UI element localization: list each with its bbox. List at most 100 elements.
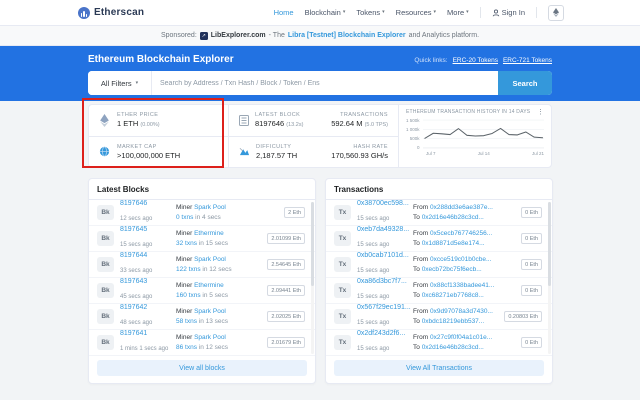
- block-number-link[interactable]: 8197641: [120, 330, 176, 337]
- sponsored-text: - The: [268, 32, 285, 39]
- hash-rate-label: HASH RATE: [353, 143, 388, 150]
- tx-to-link[interactable]: 0xbdc18219ebb537...: [422, 318, 485, 325]
- scrollbar-thumb[interactable]: [311, 202, 314, 286]
- nav-blockchain[interactable]: Blockchain ▾: [305, 8, 346, 17]
- tx-hash-link[interactable]: 0xa86d3bc7f7...: [357, 278, 413, 285]
- search-input[interactable]: [152, 71, 498, 95]
- ethereum-icon: [553, 8, 559, 17]
- block-badge: Bk: [97, 231, 114, 246]
- difficulty-value: 2,187.57 TH: [256, 150, 298, 160]
- block-txns-link[interactable]: 86 txns: [176, 344, 197, 351]
- etherscan-homepage: Etherscan Home Blockchain ▾ Tokens ▾ Resou…: [0, 0, 640, 400]
- tx-hash-link[interactable]: 0xb0cab7101d...: [357, 252, 413, 259]
- hero-banner: Ethereum Blockchain Explorer Quick links…: [0, 46, 640, 101]
- tx-from-link[interactable]: 0x88cf1338badee41...: [430, 282, 494, 289]
- block-number-link[interactable]: 8197645: [120, 226, 176, 233]
- quick-links: Quick links: ERC-20 Tokens ERC-721 Token…: [414, 57, 552, 64]
- tx-to-link[interactable]: 0xc68271eb7768c8...: [422, 292, 484, 299]
- tx-hash-link[interactable]: 0x2df243d2f6...: [357, 330, 413, 337]
- caret-down-icon: ▾: [433, 9, 437, 15]
- block-reward-badge: 2.01099 Eth: [267, 233, 305, 244]
- tx-row: Tx 0xeb7da49328... 15 secs ago From 0x5ce…: [326, 226, 552, 252]
- block-row: Bk 8197646 12 secs ago Miner Spark Pool 0 …: [89, 200, 315, 226]
- tx-from-link[interactable]: 0x5cecb767746256...: [430, 230, 492, 237]
- block-badge: Bk: [97, 335, 114, 350]
- quick-link-erc721[interactable]: ERC-721 Tokens: [503, 57, 552, 64]
- scrollbar-thumb[interactable]: [548, 202, 551, 286]
- block-txns-link[interactable]: 122 txns: [176, 266, 201, 273]
- tx-from-link[interactable]: 0x288dd3e6ae387e...: [430, 204, 493, 211]
- transactions-title: Transactions: [326, 179, 552, 200]
- tx-to-link[interactable]: 0x2d16e46b28c3cd...: [422, 214, 484, 221]
- block-number-link[interactable]: 8197644: [120, 252, 176, 259]
- tx-value-badge: 0 Eth: [521, 285, 542, 296]
- sign-in-button[interactable]: Sign In: [492, 8, 525, 17]
- tx-row: Tx 0x567f29ec191... 15 secs ago From 0x9d…: [326, 304, 552, 330]
- view-all-blocks-button[interactable]: View all blocks: [97, 360, 307, 376]
- block-number-link[interactable]: 8197643: [120, 278, 176, 285]
- miner-link[interactable]: Spark Pool: [194, 308, 226, 315]
- nav-home[interactable]: Home: [274, 8, 294, 17]
- block-age: 12 secs ago: [120, 216, 153, 222]
- block-txns-link[interactable]: 58 txns: [176, 318, 197, 325]
- caret-down-icon: ▾: [342, 9, 346, 15]
- nav-tokens[interactable]: Tokens ▾: [356, 8, 384, 17]
- block-row: Bk 8197645 15 secs ago Miner Ethermine 32 …: [89, 226, 315, 252]
- search-button[interactable]: Search: [498, 71, 552, 95]
- tx-to-link[interactable]: 0x2d16e46b28c3cd...: [422, 344, 484, 351]
- tx-to-link[interactable]: 0xecb72bc75f6ecb...: [422, 266, 482, 273]
- transactions-tps: (5.0 TPS): [364, 122, 388, 129]
- block-number-link[interactable]: 8197642: [120, 304, 176, 311]
- advertiser-link[interactable]: LibExplorer.com: [211, 32, 266, 39]
- miner-link[interactable]: Spark Pool: [194, 334, 226, 341]
- tx-hash-link[interactable]: 0xeb7da49328...: [357, 226, 413, 233]
- document-icon: [239, 114, 249, 126]
- app-header: Etherscan Home Blockchain ▾ Tokens ▾ Resou…: [0, 0, 640, 26]
- etherscan-logo[interactable]: Etherscan: [78, 6, 144, 19]
- person-icon: [492, 9, 499, 16]
- block-duration: in 5 secs: [202, 291, 229, 299]
- latest-blocks-title: Latest Blocks: [89, 179, 315, 200]
- sponsored-link[interactable]: Libra [Testnet] Blockchain Explorer: [288, 32, 406, 39]
- nav-more[interactable]: More ▾: [447, 8, 469, 17]
- block-txns-link[interactable]: 32 txns: [176, 240, 197, 247]
- difficulty-hashrate-row: DIFFICULTY 2,187.57 TH HASH RATE 170,560…: [229, 135, 398, 168]
- block-number-link[interactable]: 8197646: [120, 200, 176, 207]
- hash-rate-value: 170,560.93 GH/s: [331, 150, 388, 160]
- globe-icon: [99, 146, 110, 157]
- chart-menu-icon[interactable]: ⋮: [537, 109, 544, 116]
- nav-resources[interactable]: Resources ▾: [396, 8, 436, 17]
- tx-from-link[interactable]: 0xcce519c01b0cbe...: [430, 256, 491, 263]
- main-nav: Home Blockchain ▾ Tokens ▾ Resources ▾ More…: [274, 4, 564, 21]
- chart-plot-area: [422, 118, 544, 150]
- search-filter-dropdown[interactable]: All Filters ▾: [88, 71, 152, 95]
- tx-from-link[interactable]: 0x9d97078a3d7430...: [430, 308, 493, 315]
- page-title: Ethereum Blockchain Explorer: [88, 54, 234, 65]
- view-all-transactions-button[interactable]: View All Transactions: [334, 360, 544, 376]
- tx-hash-link[interactable]: 0x38700ec598...: [357, 200, 413, 207]
- block-reward-badge: 2.54645 Eth: [267, 259, 305, 270]
- latest-block-value[interactable]: 8197646: [255, 119, 284, 128]
- miner-link[interactable]: Ethermine: [194, 282, 224, 289]
- quick-link-erc20[interactable]: ERC-20 Tokens: [453, 57, 498, 64]
- block-age: 15 secs ago: [120, 242, 153, 248]
- miner-link[interactable]: Spark Pool: [194, 204, 226, 211]
- tx-from-link[interactable]: 0x27c9f0f04a1c01e...: [430, 334, 492, 341]
- tx-age: 15 secs ago: [357, 242, 390, 248]
- block-badge: Bk: [97, 309, 114, 324]
- latest-blocks-panel: Latest Blocks Bk 8197646 12 secs ago Mine…: [88, 178, 316, 384]
- market-cap-value: >100,000,000 ETH: [117, 150, 181, 160]
- miner-link[interactable]: Ethermine: [194, 230, 224, 237]
- block-badge: Bk: [97, 283, 114, 298]
- blocks-scrollbar[interactable]: [311, 202, 314, 354]
- block-txns-link[interactable]: 0 txns: [176, 214, 193, 221]
- tx-hash-link[interactable]: 0x567f29ec191...: [357, 304, 413, 311]
- network-selector-button[interactable]: [548, 4, 564, 21]
- tx-to-link[interactable]: 0x1d8871d5e8e174...: [422, 240, 485, 247]
- block-row: Bk 8197643 45 secs ago Miner Ethermine 160…: [89, 278, 315, 304]
- txs-scrollbar[interactable]: [548, 202, 551, 354]
- block-age: 48 secs ago: [120, 320, 153, 326]
- miner-link[interactable]: Spark Pool: [194, 256, 226, 263]
- block-txns-link[interactable]: 160 txns: [176, 292, 201, 299]
- network-stats-card: ETHER PRICE 1 ETH (0.00%) MARKET CAP >10…: [88, 104, 552, 168]
